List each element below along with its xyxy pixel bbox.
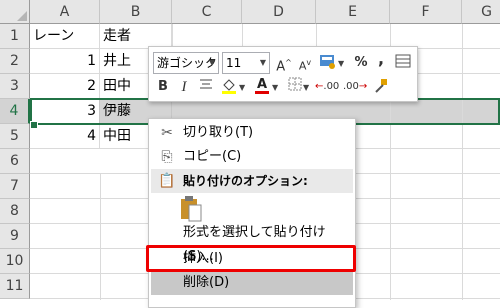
menu-item-paste-special[interactable]: 形式を選択して貼り付け(S)... [151,221,353,264]
decrease-decimal-button[interactable]: .00→ [343,77,367,97]
column-header-d[interactable]: D [242,0,316,24]
row-header-7[interactable]: 7 [0,174,30,199]
fill-color-button[interactable] [219,77,239,97]
format-painter-button[interactable] [371,77,391,97]
row-header-11[interactable]: 11 [0,274,30,299]
row-header-2[interactable]: 2 [0,49,30,74]
paste-options-header: 📋 貼り付けのオプション: [151,169,353,193]
row-header-10[interactable]: 10 [0,249,30,274]
font-color-bar [255,91,269,94]
select-all-corner[interactable] [0,0,30,24]
row-header-8[interactable]: 8 [0,199,30,224]
italic-button[interactable]: I [174,77,194,97]
scissors-icon: ✂ [161,125,173,141]
clipboard-icon: 📋 [158,173,176,189]
column-header-b[interactable]: B [100,0,172,24]
table-format-icon [395,54,411,68]
bold-button[interactable]: B [153,77,173,97]
chevron-down-icon: ▼ [208,58,215,67]
font-color-button[interactable]: A [252,75,272,95]
context-menu: ✂ 切り取り(T) ⎘ コピー(C) 📋 貼り付けのオプション: 形式を選択して… [148,118,356,308]
menu-item-copy-label: コピー(C) [183,149,242,164]
menu-item-cut[interactable]: ✂ 切り取り(T) [151,121,353,145]
column-header-a[interactable]: A [30,0,100,24]
chevron-down-icon: ▼ [338,59,345,68]
increase-font-label: A [276,59,286,75]
paint-bucket-icon [222,79,236,94]
increase-font-size-button[interactable]: A^ [274,53,294,75]
increase-decimal-label: .00 [323,81,340,92]
decrease-font-size-button[interactable]: Av [295,53,315,73]
paste-button[interactable] [179,195,203,223]
font-color-letter: A [256,77,268,92]
number-format-button[interactable] [318,53,338,73]
menu-item-cut-label: 切り取り(T) [183,125,254,140]
percent-style-button[interactable]: % [351,53,371,73]
column-header-e[interactable]: E [316,0,390,24]
column-header-g[interactable]: G [462,0,500,24]
row-header-3[interactable]: 3 [0,74,30,99]
fill-handle[interactable] [30,121,38,129]
increase-decimal-button[interactable]: ←.00 [315,77,339,97]
chevron-down-icon: ▼ [239,83,246,92]
align-center-button[interactable] [196,77,216,97]
decrease-decimal-label: .00 [343,81,359,92]
menu-item-delete[interactable]: 削除(D) [151,271,353,295]
copy-icon: ⎘ [161,149,173,165]
number-format-icon [320,55,335,69]
font-size-dropdown[interactable]: 11 ▼ [222,52,270,74]
column-header-c[interactable]: C [172,0,242,24]
menu-item-delete-label: 削除(D) [183,275,230,290]
chevron-down-icon: ▼ [272,83,279,92]
clipboard-paste-icon [181,196,202,222]
chevron-down-icon: ▼ [259,58,266,67]
row-header-4[interactable]: 4 [0,99,30,124]
mini-toolbar: 游ゴシック ▼ 11 ▼ A^ Av ▼ % , B I ▼ A ▼ ▼ ←.0… [148,46,418,102]
column-header-f[interactable]: F [390,0,462,24]
row-header-5[interactable]: 5 [0,124,30,149]
row-header-1[interactable]: 1 [0,24,30,49]
font-name-dropdown[interactable]: 游ゴシック ▼ [153,52,219,74]
paintbrush-icon [375,79,387,93]
paste-options-header-label: 貼り付けのオプション: [183,174,308,188]
menu-item-copy[interactable]: ⎘ コピー(C) [151,145,353,169]
row-header-9[interactable]: 9 [0,224,30,249]
align-center-icon [200,79,212,89]
row-header-6[interactable]: 6 [0,149,30,174]
font-size-value: 11 [226,56,242,70]
insert-highlight-box [146,245,356,272]
borders-button[interactable] [285,77,305,97]
border-icon [288,77,302,91]
comma-style-button[interactable]: , [371,49,391,69]
chevron-down-icon: ▼ [303,83,310,92]
format-table-button[interactable] [393,53,413,73]
